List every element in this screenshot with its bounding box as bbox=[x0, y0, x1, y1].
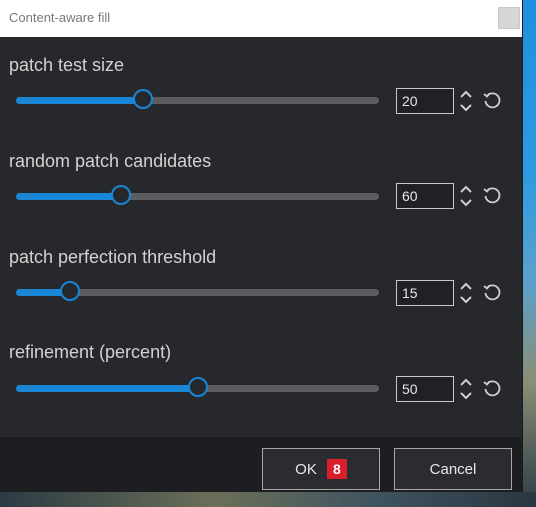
title-bar[interactable]: Content-aware fill bbox=[0, 0, 522, 38]
up-down-chevron-icon[interactable] bbox=[458, 183, 474, 209]
reset-icon[interactable] bbox=[482, 91, 502, 111]
random-patch-candidates-slider[interactable] bbox=[16, 185, 379, 205]
refinement-percent-slider[interactable] bbox=[16, 377, 379, 397]
content-aware-fill-dialog: Content-aware fill patch test size 20 ra… bbox=[0, 0, 523, 492]
slider-thumb[interactable] bbox=[133, 89, 154, 109]
slider-fill bbox=[16, 97, 144, 104]
up-down-chevron-icon[interactable] bbox=[458, 88, 474, 114]
step-badge: 8 bbox=[326, 459, 347, 479]
patch-test-size-slider[interactable] bbox=[16, 89, 379, 109]
reset-icon[interactable] bbox=[482, 379, 502, 399]
cancel-button[interactable]: Cancel bbox=[394, 448, 512, 490]
slider-thumb[interactable] bbox=[187, 377, 208, 397]
settings-panel: patch test size 20 random patch candidat… bbox=[0, 37, 522, 437]
up-down-chevron-icon[interactable] bbox=[458, 280, 474, 306]
random-patch-candidates-label: random patch candidates bbox=[9, 151, 212, 171]
close-button[interactable] bbox=[498, 7, 520, 29]
reset-icon[interactable] bbox=[482, 283, 502, 303]
slider-fill bbox=[16, 385, 198, 392]
patch-perfection-threshold-slider[interactable] bbox=[16, 281, 379, 301]
reset-icon[interactable] bbox=[482, 186, 502, 206]
patch-test-size-input[interactable]: 20 bbox=[396, 88, 454, 114]
slider-fill bbox=[16, 193, 122, 200]
slider-thumb[interactable] bbox=[111, 185, 132, 205]
dialog-title: Content-aware fill bbox=[9, 10, 111, 25]
refinement-percent-label: refinement (percent) bbox=[9, 342, 172, 362]
taskbar-edge bbox=[0, 492, 536, 507]
slider-thumb[interactable] bbox=[60, 281, 81, 301]
random-patch-candidates-input[interactable]: 60 bbox=[396, 183, 454, 209]
patch-perfection-threshold-label: patch perfection threshold bbox=[9, 247, 217, 267]
patch-test-size-label: patch test size bbox=[9, 55, 125, 75]
cancel-button-label: Cancel bbox=[429, 460, 477, 478]
up-down-chevron-icon[interactable] bbox=[458, 376, 474, 402]
patch-perfection-threshold-input[interactable]: 15 bbox=[396, 280, 454, 306]
desktop-background bbox=[522, 0, 536, 507]
refinement-percent-input[interactable]: 50 bbox=[396, 376, 454, 402]
ok-button[interactable]: OK 8 bbox=[262, 448, 380, 490]
ok-button-label: OK bbox=[295, 460, 317, 478]
